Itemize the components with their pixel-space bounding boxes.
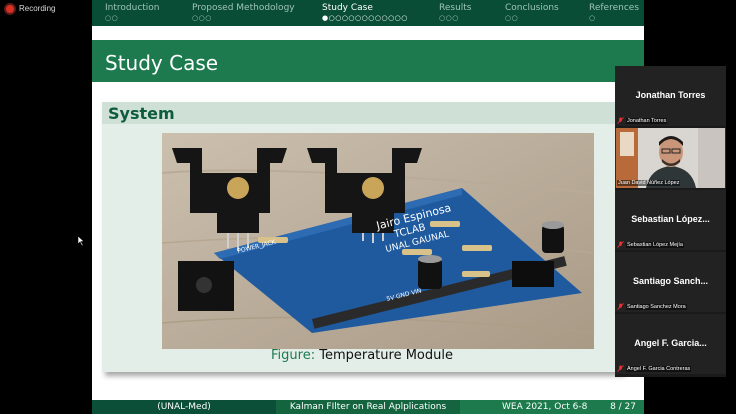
participant-footer: Santiago Sanchez Mora <box>617 303 687 310</box>
nav-section-results[interactable]: Results ○○○ <box>439 3 472 23</box>
block-header: System <box>102 102 622 124</box>
nav-section-label: Study Case <box>322 3 373 13</box>
participant-display-name: Santiago Sanch... <box>632 276 708 286</box>
participant-video <box>616 128 725 188</box>
footer-institution: (UNAL-Med) <box>92 400 276 414</box>
nav-section-dots: ○ <box>589 14 596 22</box>
nav-section-study-case[interactable]: Study Case ●○○○○○○○○○○○○ <box>322 3 408 23</box>
participants-panel: Jonathan Torres Jonathan Torres Juan Dav… <box>615 66 726 377</box>
nav-section-dots: ○○ <box>105 14 119 22</box>
recording-indicator: Recording <box>6 4 55 13</box>
participant-footer: Jonathan Torres <box>617 117 668 124</box>
participant-name: Jonathan Torres <box>626 117 668 124</box>
record-icon <box>6 4 14 13</box>
slide-navigation: Introduction ○○ Proposed Methodology ○○○… <box>92 0 644 26</box>
shared-slide: Introduction ○○ Proposed Methodology ○○○… <box>92 0 644 414</box>
nav-section-introduction[interactable]: Introduction ○○ <box>105 3 160 23</box>
participant-tile[interactable]: Angel F. Garcia... Angel F. Garcia Contr… <box>615 314 726 374</box>
caption-key: Figure: <box>271 348 316 363</box>
block-title: System <box>108 104 175 123</box>
mic-muted-icon <box>617 365 624 372</box>
footer-conference: WEA 2021, Oct 6-8 <box>502 402 588 412</box>
footer-right: WEA 2021, Oct 6-8 8 / 27 <box>460 400 644 414</box>
nav-section-dots: ○○○ <box>192 14 212 22</box>
participant-footer: Juan David Núñez López <box>617 180 681 186</box>
nav-section-label: Introduction <box>105 3 160 13</box>
slide-title: Study Case <box>105 51 219 75</box>
participant-display-name: Sebastian López... <box>631 214 710 224</box>
participant-tile[interactable]: Jonathan Torres Jonathan Torres <box>615 66 726 126</box>
participant-display-name: Angel F. Garcia... <box>634 338 707 348</box>
participant-display-name: Jonathan Torres <box>635 90 706 100</box>
slide-title-bar: Study Case <box>92 40 644 82</box>
temperature-module-photo: Jairo Espinosa TCLAB UNAL GAUNAL POWER_J… <box>162 133 594 349</box>
nav-section-conclusions[interactable]: Conclusions ○○ <box>505 3 559 23</box>
participant-video-tile[interactable]: Juan David Núñez López <box>615 128 726 188</box>
caption-text: Temperature Module <box>319 348 453 363</box>
participant-footer: Angel F. Garcia Contreras <box>617 365 692 372</box>
nav-section-references[interactable]: References ○ <box>589 3 639 23</box>
footer-talk-title: Kalman FIlter on Real Aplplications <box>276 400 460 414</box>
nav-section-dots: ○○○ <box>439 14 459 22</box>
recording-label: Recording <box>19 4 56 13</box>
nav-section-label: Conclusions <box>505 3 559 13</box>
mic-muted-icon <box>617 303 624 310</box>
participant-name: Santiago Sanchez Mora <box>626 303 687 310</box>
footer-page-number: 8 / 27 <box>610 402 636 412</box>
nav-section-label: References <box>589 3 640 13</box>
participant-footer: Sebastian López Mejía <box>617 241 684 248</box>
nav-section-label: Results <box>439 3 472 13</box>
participant-name: Sebastian López Mejía <box>626 241 684 248</box>
participant-tile[interactable]: Santiago Sanch... Santiago Sanchez Mora <box>615 252 726 312</box>
mic-muted-icon <box>617 241 624 248</box>
nav-section-dots: ●○○○○○○○○○○○○ <box>322 14 408 22</box>
participant-tile[interactable]: Sebastian López... Sebastian López Mejía <box>615 190 726 250</box>
figure-caption: Figure: Temperature Module <box>102 348 622 363</box>
nav-section-proposed-methodology[interactable]: Proposed Methodology ○○○ <box>192 3 295 23</box>
mic-muted-icon <box>617 117 624 124</box>
participant-name: Angel F. Garcia Contreras <box>626 365 692 372</box>
slide-footer: (UNAL-Med) Kalman FIlter on Real Aplplic… <box>92 400 644 414</box>
participant-name: Juan David Núñez López <box>617 180 681 186</box>
mouse-cursor-icon <box>78 236 85 246</box>
system-block: System Jairo Espinosa TCLAB UNAL GAUNAL … <box>102 102 622 372</box>
nav-section-label: Proposed Methodology <box>192 3 295 13</box>
nav-section-dots: ○○ <box>505 14 519 22</box>
